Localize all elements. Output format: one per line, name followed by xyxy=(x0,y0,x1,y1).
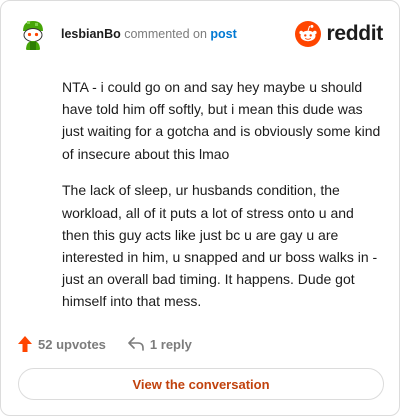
post-link[interactable]: post xyxy=(210,27,236,41)
reply-count: 1 reply xyxy=(149,336,192,352)
comment-body: NTA - i could go on and say hey maybe u … xyxy=(62,76,384,327)
comment-paragraph: NTA - i could go on and say hey maybe u … xyxy=(62,79,381,162)
comment-header: lesbianBo commented on post reddit xyxy=(16,15,383,55)
upvote-count: 52 upvotes xyxy=(38,336,106,352)
commented-on-text: commented on xyxy=(124,27,207,41)
comment-paragraph: The lack of sleep, ur husbands condition… xyxy=(62,182,378,310)
comment-meta: lesbianBo commented on post xyxy=(61,27,237,41)
reddit-brand[interactable]: reddit xyxy=(295,21,383,47)
upvote-arrow-icon xyxy=(18,336,32,352)
username[interactable]: lesbianBo xyxy=(61,27,121,41)
comment-card: lesbianBo commented on post reddit NTA -… xyxy=(0,0,400,416)
snoo-avatar-icon[interactable] xyxy=(16,17,50,51)
view-conversation-button[interactable]: View the conversation xyxy=(18,368,384,400)
reply-arrow-icon xyxy=(128,337,144,351)
reply-button[interactable]: 1 reply xyxy=(128,337,192,352)
reddit-wordmark: reddit xyxy=(326,22,383,45)
comment-actions: 52 upvotes 1 reply xyxy=(18,334,192,354)
reddit-logo-icon xyxy=(295,21,322,47)
upvote-button[interactable]: 52 upvotes xyxy=(18,336,106,352)
